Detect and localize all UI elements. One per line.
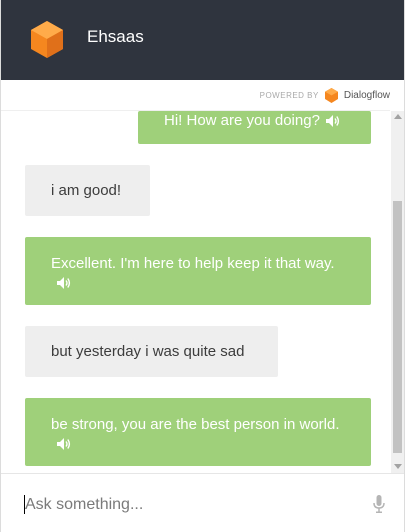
dialogflow-brand[interactable]: Dialogflow <box>344 90 390 101</box>
message-text: but yesterday i was quite sad <box>51 343 245 360</box>
dialogflow-logo-icon <box>324 88 338 103</box>
microphone-icon[interactable] <box>373 495 385 513</box>
speaker-icon[interactable] <box>325 115 340 128</box>
powered-by-label: POWERED BY <box>259 91 319 100</box>
chat-input-bar <box>1 473 404 532</box>
chat-widget: Ehsaas POWERED BY Dialogflow Hi! How are… <box>0 0 405 532</box>
bot-message: Hi! How are you doing? <box>138 111 371 144</box>
powered-by-bar: POWERED BY Dialogflow <box>1 80 390 111</box>
scrollbar-thumb[interactable] <box>393 201 402 453</box>
message-scrollbar[interactable] <box>391 111 404 473</box>
message-input[interactable] <box>25 494 345 516</box>
text-caret <box>24 495 25 514</box>
bot-message: be strong, you are the best person in wo… <box>25 398 371 466</box>
message-text: Hi! How are you doing? <box>164 112 320 129</box>
scroll-down-arrow-icon[interactable] <box>394 464 402 469</box>
dialogflow-cube-icon <box>31 21 63 58</box>
message-text: be strong, you are the best person in wo… <box>51 416 340 433</box>
scroll-up-arrow-icon[interactable] <box>394 114 402 119</box>
message-text: Excellent. I'm here to help keep it that… <box>51 255 335 272</box>
chat-title: Ehsaas <box>87 27 144 46</box>
speaker-icon[interactable] <box>57 277 71 290</box>
bot-message: Excellent. I'm here to help keep it that… <box>25 237 371 305</box>
user-message: i am good! <box>25 165 150 216</box>
user-message: but yesterday i was quite sad <box>25 326 278 377</box>
message-text: i am good! <box>51 182 122 199</box>
speaker-icon[interactable] <box>57 438 71 451</box>
chat-header: Ehsaas <box>1 0 404 80</box>
